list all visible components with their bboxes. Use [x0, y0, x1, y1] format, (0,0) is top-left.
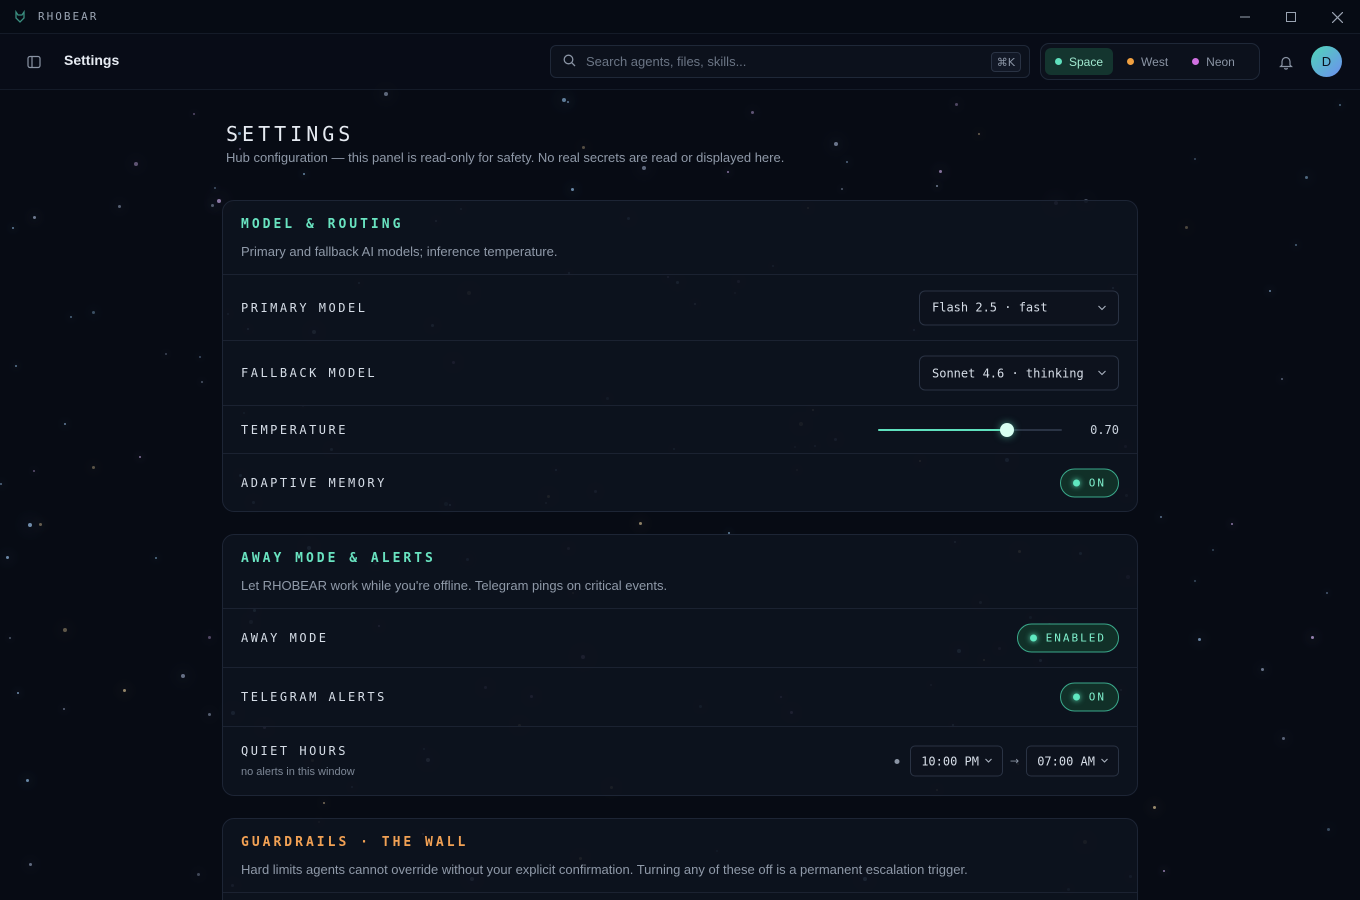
row-label: FALLBACK MODEL: [241, 366, 378, 380]
row-label: TEMPERATURE: [241, 422, 348, 437]
row-sublabel: no alerts in this window: [241, 766, 355, 778]
toggle-label: ENABLED: [1045, 631, 1106, 645]
theme-dot-west: [1127, 58, 1135, 65]
close-icon[interactable]: [1314, 0, 1360, 34]
slider-fill: [878, 428, 1007, 431]
sidebar-toggle-icon[interactable]: [24, 52, 44, 72]
search-input[interactable]: [586, 54, 966, 69]
telegram-alerts-row: TELEGRAM ALERTS ON: [223, 668, 1137, 727]
adaptive-memory-row: ADAPTIVE MEMORY ON: [223, 454, 1137, 511]
away-mode-row: AWAY MODE ENABLED: [223, 609, 1137, 668]
search-bar[interactable]: ⌘K: [550, 45, 1030, 78]
maximize-icon[interactable]: [1268, 0, 1314, 34]
search-shortcut-badge: ⌘K: [990, 52, 1021, 72]
toggle-label: ON: [1088, 476, 1106, 490]
status-dot: [1072, 693, 1080, 701]
chevron-down-icon: [1098, 305, 1106, 310]
notification-bell-icon[interactable]: [1277, 53, 1295, 71]
temperature-slider[interactable]: [878, 422, 1063, 438]
fallback-model-row: FALLBACK MODEL Sonnet 4.6 · thinking: [223, 341, 1137, 406]
away-mode-toggle[interactable]: ENABLED: [1016, 623, 1119, 653]
row-label: TELEGRAM ALERTS: [241, 690, 387, 704]
theme-switcher: Space West Neon: [1040, 43, 1260, 80]
range-arrow: →: [1009, 754, 1020, 768]
theme-neon-button[interactable]: Neon: [1182, 48, 1245, 75]
minimize-icon[interactable]: [1222, 0, 1268, 34]
section-description: Let RHOBEAR work while you're offline. T…: [241, 578, 668, 593]
settings-subtitle: Hub configuration — this panel is read-o…: [226, 150, 785, 165]
theme-label: West: [1141, 54, 1169, 69]
chevron-down-icon: [985, 758, 992, 764]
quiet-end-select[interactable]: 07:00 AM: [1026, 745, 1119, 777]
status-dot: [1072, 479, 1080, 487]
status-dot: [1029, 634, 1037, 642]
user-avatar[interactable]: D: [1311, 46, 1342, 77]
section-title: MODEL & ROUTING: [241, 217, 404, 232]
row-label: AWAY MODE: [241, 631, 329, 645]
bear-logo-icon: [12, 9, 28, 25]
chevron-down-icon: [1101, 758, 1108, 764]
select-value: Flash 2.5 · fast: [932, 300, 1048, 315]
temperature-row: TEMPERATURE 0.70: [223, 406, 1137, 454]
main-content: SETTINGS Hub configuration — this panel …: [0, 90, 1360, 900]
theme-space-button[interactable]: Space: [1045, 48, 1114, 75]
moon-dot-icon: [893, 757, 901, 765]
adaptive-memory-toggle[interactable]: ON: [1059, 468, 1119, 498]
slider-thumb[interactable]: [999, 422, 1014, 437]
away-mode-card: AWAY MODE & ALERTS Let RHOBEAR work whil…: [222, 534, 1138, 796]
settings-heading: SETTINGS: [226, 122, 355, 146]
guardrails-card: GUARDRAILS · THE WALL Hard limits agents…: [222, 818, 1138, 900]
primary-model-select[interactable]: Flash 2.5 · fast: [919, 290, 1119, 325]
select-value: Sonnet 4.6 · thinking: [932, 366, 1084, 380]
quiet-hours-row: QUIET HOURS no alerts in this window 10:…: [223, 727, 1137, 795]
toggle-label: ON: [1088, 690, 1106, 704]
theme-label: Space: [1069, 54, 1104, 69]
section-description: Primary and fallback AI models; inferenc…: [241, 244, 558, 259]
theme-dot-space: [1055, 58, 1062, 65]
app-name: RHOBEAR: [38, 10, 99, 23]
section-description: Hard limits agents cannot override witho…: [241, 862, 968, 877]
top-header: Settings ⌘K Space West Neon D: [0, 34, 1360, 90]
quiet-start-select[interactable]: 10:00 PM: [910, 745, 1003, 777]
section-title: GUARDRAILS · THE WALL: [241, 835, 469, 850]
telegram-alerts-toggle[interactable]: ON: [1059, 682, 1119, 712]
row-label: ADAPTIVE MEMORY: [241, 476, 387, 490]
row-label: QUIET HOURS: [241, 744, 348, 758]
chevron-down-icon: [1098, 370, 1106, 376]
window-titlebar: RHOBEAR: [0, 0, 1360, 34]
primary-model-row: PRIMARY MODEL Flash 2.5 · fast: [223, 275, 1137, 341]
theme-west-button[interactable]: West: [1117, 48, 1178, 75]
row-label: PRIMARY MODEL: [241, 300, 368, 315]
page-title: Settings: [64, 52, 120, 68]
select-value: 10:00 PM: [921, 754, 979, 768]
temperature-value: 0.70: [1090, 422, 1119, 437]
select-value: 07:00 AM: [1037, 754, 1095, 768]
model-routing-card: MODEL & ROUTING Primary and fallback AI …: [222, 200, 1138, 512]
fallback-model-select[interactable]: Sonnet 4.6 · thinking: [919, 355, 1119, 391]
section-title: AWAY MODE & ALERTS: [241, 551, 436, 566]
theme-label: Neon: [1206, 54, 1235, 69]
theme-dot-neon: [1192, 58, 1200, 65]
search-icon: [563, 52, 576, 71]
